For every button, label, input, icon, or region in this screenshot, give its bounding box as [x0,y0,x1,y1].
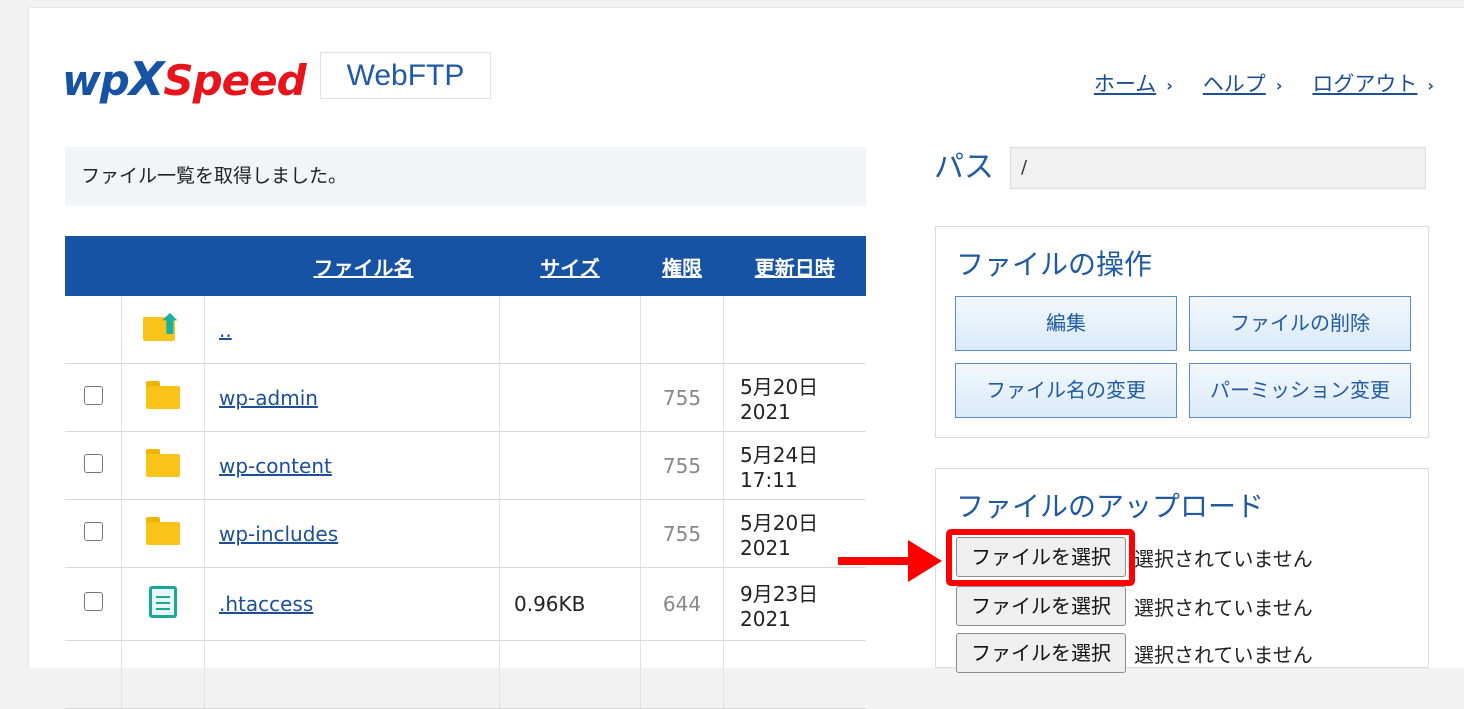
header-size[interactable]: サイズ [499,236,641,296]
file-operations-title: ファイルの操作 [956,248,1153,281]
file-upload-title: ファイルのアップロード [956,490,1265,523]
row-icon-cell [121,567,205,641]
row-checkbox-cell [65,431,122,500]
row-perm-cell [640,640,724,709]
table-row: wp-admin 755 5月20日 2021 [65,363,866,432]
nav-logout[interactable]: ログアウト › [1312,68,1434,98]
no-file-selected-label: 選択されていません [1134,642,1313,667]
file-input-row: ファイルを選択 選択されていません [956,633,1313,673]
top-nav: ホーム › ヘルプ › ログアウト › [1094,68,1434,98]
row-size-cell [499,296,641,364]
row-name-cell: wp-admin [204,363,500,432]
row-name-cell: .htaccess [204,567,500,641]
table-row: .htaccess 0.96KB 644 9月23日 2021 [65,567,866,641]
row-checkbox-cell [65,499,122,568]
row-checkbox[interactable] [83,521,103,541]
folder-icon [146,517,180,545]
chevron-right-icon: › [1427,76,1434,95]
folder-icon [146,381,180,409]
row-name-cell: wp-includes [204,499,500,568]
row-date-cell: 5月24日 17:11 [723,431,866,500]
choose-file-button[interactable]: ファイルを選択 [956,633,1126,673]
no-file-selected-label: 選択されていません [1134,546,1313,571]
header-icon [121,236,205,296]
delete-file-button[interactable]: ファイルの削除 [1189,296,1411,351]
nav-home[interactable]: ホーム › [1094,68,1173,98]
row-perm-cell: 755 [640,431,724,500]
nav-logout-link[interactable]: ログアウト [1312,72,1417,96]
row-icon-cell [121,431,205,500]
nav-help-link[interactable]: ヘルプ [1203,72,1266,96]
wpx-speed-logo: wpXSpeed [62,52,307,106]
row-icon-cell: ⬆ [121,296,205,364]
table-row [65,640,866,709]
table-row: wp-content 755 5月24日 17:11 [65,431,866,500]
rename-file-button[interactable]: ファイル名の変更 [955,363,1177,418]
row-perm-cell: 755 [640,363,724,432]
row-perm-cell: 644 [640,567,724,641]
file-operations-box: ファイルの操作 編集 ファイルの削除 ファイル名の変更 パーミッション変更 [935,226,1429,438]
row-checkbox-cell [65,567,122,641]
arrow-right-icon [908,540,942,582]
file-table: ファイル名 サイズ 権限 更新日時 ⬆ .. wp-admin 755 5月20… [65,236,866,709]
row-size-cell [499,499,641,568]
row-size-cell: 0.96KB [499,567,641,641]
file-link[interactable]: .htaccess [219,592,313,616]
row-name-cell: wp-content [204,431,500,500]
row-checkbox[interactable] [83,385,103,405]
row-perm-cell [640,296,724,364]
row-checkbox-cell [65,296,122,364]
header-filename[interactable]: ファイル名 [204,236,500,296]
row-checkbox[interactable] [83,592,103,611]
table-row: wp-includes 755 5月20日 2021 [65,499,866,568]
edit-button[interactable]: 編集 [955,296,1177,351]
choose-file-button[interactable]: ファイルを選択 [956,586,1126,626]
row-date-cell: 5月20日 2021 [723,363,866,432]
chevron-right-icon: › [1275,76,1283,95]
parent-folder-icon: ⬆ [143,311,183,343]
row-date-cell [723,296,866,364]
row-icon-cell [121,499,205,568]
row-size-cell [499,431,641,500]
table-row: ⬆ .. [65,296,866,364]
row-checkbox-cell [65,363,122,432]
nav-home-link[interactable]: ホーム [1094,72,1156,96]
path-label: パス [934,150,994,185]
header-permission[interactable]: 権限 [640,236,724,296]
row-icon-cell [121,363,205,432]
folder-icon [146,449,180,477]
row-checkbox[interactable] [83,453,103,473]
header-modified[interactable]: 更新日時 [723,236,866,296]
row-date-cell [723,640,866,709]
chevron-right-icon: › [1166,76,1173,95]
change-permission-button[interactable]: パーミッション変更 [1189,363,1411,418]
row-perm-cell: 755 [640,499,724,568]
file-link[interactable]: .. [219,318,232,342]
row-name-cell [204,640,500,709]
table-header-row: ファイル名 サイズ 権限 更新日時 [65,236,866,296]
app-name-badge: WebFTP [320,52,491,99]
row-name-cell: .. [204,296,500,364]
annotation-highlight-box [946,529,1135,586]
row-size-cell [499,363,641,432]
file-icon [149,585,177,618]
annotation-arrow [838,557,918,565]
no-file-selected-label: 選択されていません [1134,595,1313,620]
row-size-cell [499,640,641,709]
file-input-row: ファイルを選択 選択されていません [956,586,1313,626]
row-date-cell: 9月23日 2021 [723,567,866,641]
file-link[interactable]: wp-content [219,454,332,478]
row-icon-cell [121,640,205,709]
nav-help[interactable]: ヘルプ › [1203,68,1283,98]
file-link[interactable]: wp-includes [219,522,338,546]
path-input[interactable]: / [1010,147,1426,189]
row-checkbox-cell [65,640,122,709]
file-link[interactable]: wp-admin [219,386,318,410]
status-message: ファイル一覧を取得しました。 [65,147,866,206]
header-checkbox [65,236,122,296]
